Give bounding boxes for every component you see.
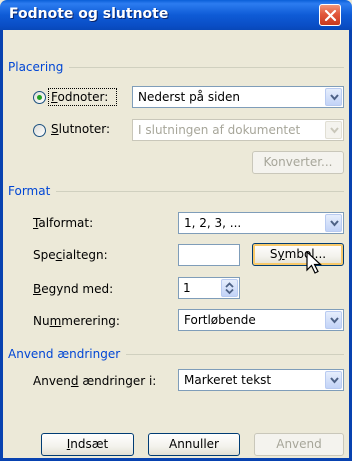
talformat-select[interactable]: 1, 2, 3, ... [178, 212, 344, 234]
begynd-spinner[interactable]: 1 [178, 277, 240, 299]
anvend-select-value: Markeret tekst [184, 373, 272, 387]
fodnoter-select-value: Nederst på siden [138, 90, 241, 104]
close-icon [324, 9, 337, 22]
anvend-group-header: Anvend ændringer [8, 347, 344, 361]
title-bar[interactable]: Fodnote og slutnote [0, 0, 352, 30]
slutnoter-select: I slutningen af dokumentet [132, 119, 344, 141]
fodnoter-label[interactable]: Fodnoter: [51, 90, 108, 104]
anvend-label: Anvend ændringer i: [33, 374, 157, 388]
begynd-label: Begynd med: [33, 282, 114, 296]
chevron-down-icon [330, 220, 339, 227]
mouse-cursor-icon [306, 251, 323, 274]
fodnoter-radio[interactable] [33, 91, 46, 104]
placering-header: Placering [8, 60, 64, 74]
nummerering-select[interactable]: Fortløbende [178, 309, 344, 331]
begynd-value: 1 [183, 281, 191, 295]
spin-up-down-icon [225, 282, 234, 295]
annuller-button[interactable]: Annuller [148, 433, 240, 456]
anvend-button: Anvend [254, 433, 344, 456]
anvend-header: Anvend ændringer [8, 347, 121, 361]
chevron-down-icon [330, 127, 339, 134]
format-header: Format [8, 184, 51, 198]
slutnoter-select-value: I slutningen af dokumentet [138, 123, 301, 137]
placering-group-header: Placering [8, 60, 344, 74]
slutnoter-radio[interactable] [33, 124, 46, 137]
indsaet-button[interactable]: Indsæt [41, 433, 134, 456]
placering-divider [69, 66, 344, 68]
slutnoter-label[interactable]: Slutnoter: [51, 122, 110, 136]
close-button[interactable] [319, 4, 341, 26]
konverter-button: Konverter... [252, 151, 344, 174]
chevron-down-icon [330, 317, 339, 324]
symbol-button[interactable]: Symbol... [252, 243, 344, 266]
anvend-select[interactable]: Markeret tekst [178, 369, 344, 391]
slutnoter-dropdown-arrow [325, 121, 342, 139]
format-group-header: Format [8, 184, 344, 198]
nummerering-label: Nummerering: [33, 314, 120, 328]
specialtegn-label: Specialtegn: [33, 248, 108, 262]
chevron-down-icon [330, 377, 339, 384]
nummerering-select-value: Fortløbende [184, 313, 256, 327]
chevron-down-icon [330, 94, 339, 101]
specialtegn-input[interactable] [178, 244, 240, 266]
spinner-arrows[interactable] [221, 279, 238, 297]
window-title: Fodnote og slutnote [9, 6, 169, 22]
nummerering-dropdown-arrow[interactable] [325, 311, 342, 329]
talformat-dropdown-arrow[interactable] [325, 214, 342, 232]
anvend-divider [126, 353, 344, 355]
format-divider [56, 190, 344, 192]
talformat-label: Talformat: [33, 216, 94, 230]
fodnoter-select[interactable]: Nederst på siden [132, 86, 344, 108]
fodnoter-dropdown-arrow[interactable] [325, 88, 342, 106]
talformat-select-value: 1, 2, 3, ... [184, 216, 242, 230]
anvend-dropdown-arrow[interactable] [325, 371, 342, 389]
